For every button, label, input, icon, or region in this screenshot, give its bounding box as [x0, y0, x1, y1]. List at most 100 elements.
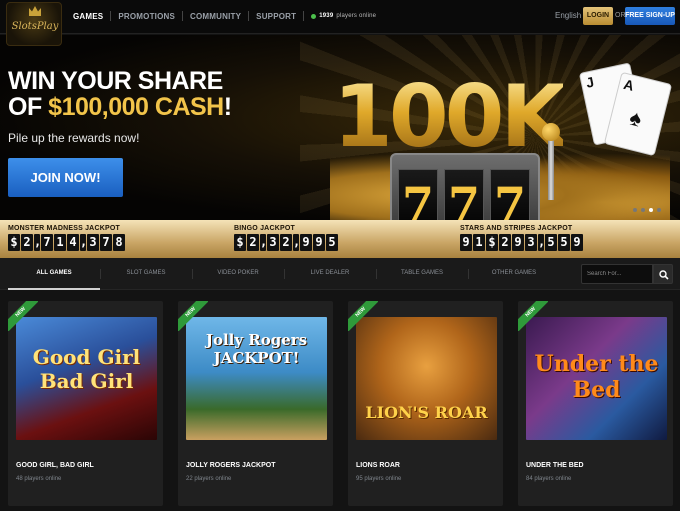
game-card-jolly-rogers-jackpot[interactable]: Jolly Rogers JACKPOT! NEW JOLLY ROGERS J…	[178, 301, 333, 506]
jackpot-digit: ,	[34, 234, 42, 251]
jackpot-digit: 5	[558, 234, 570, 251]
jackpot-label: STARS AND STRIPES JACKPOT	[460, 225, 573, 232]
jackpot-counter: 9 1 $2 9 3, 5 5 9	[460, 234, 583, 251]
nav-support[interactable]: SUPPORT	[256, 12, 296, 21]
new-badge: NEW	[518, 301, 548, 331]
slide-dot-active[interactable]	[649, 208, 653, 212]
new-badge: NEW	[348, 301, 378, 331]
jackpot-digit: 5	[326, 234, 338, 251]
game-art-title: Under the Bed	[534, 351, 659, 403]
game-thumbnail[interactable]: Jolly Rogers JACKPOT!	[186, 317, 327, 440]
jackpot-digit: 2	[499, 234, 511, 251]
jackpot-label: MONSTER MADNESS JACKPOT	[8, 225, 120, 232]
nav-divider	[182, 11, 184, 21]
search-icon	[659, 270, 669, 280]
crown-icon	[29, 6, 41, 16]
tab-slot-games[interactable]: SLOT GAMES	[100, 258, 192, 290]
hero-subtitle: Pile up the rewards now!	[8, 131, 140, 145]
game-card-good-girl-bad-girl[interactable]: Good Girl Bad Girl NEW GOOD GIRL, BAD GI…	[8, 301, 163, 506]
nav-games[interactable]: GAMES	[73, 12, 103, 21]
hero-line2-suffix: !	[223, 93, 232, 121]
slot-machine-art: 7 7 7	[390, 153, 540, 220]
logo-text: SlotsPlay	[11, 21, 59, 32]
tab-table-games[interactable]: TABLE GAMES	[376, 258, 468, 290]
hero-banner[interactable]: 100K J A ♠ 7 7 7 WIN YOUR SHARE OF $100,…	[0, 35, 680, 220]
search-button[interactable]	[653, 264, 673, 284]
jackpot-monster-madness[interactable]: MONSTER MADNESS JACKPOT $2, 7 1 4, 3 7 8	[8, 225, 125, 251]
jackpot-digit: 2	[280, 234, 292, 251]
jackpot-digit: 1	[473, 234, 485, 251]
hero-prize-amount: $100,000 CASH	[48, 93, 224, 121]
jackpot-stars-and-stripes[interactable]: STARS AND STRIPES JACKPOT 9 1 $2 9 3, 5 5 9	[460, 225, 583, 251]
jackpot-digit: 8	[113, 234, 125, 251]
or-text: OR	[615, 12, 626, 19]
game-players-online: 95 players online	[356, 476, 402, 482]
game-title[interactable]: UNDER THE BED	[526, 462, 584, 469]
slot-reel: 7	[444, 169, 484, 220]
game-thumbnail[interactable]: Under the Bed	[526, 317, 667, 440]
online-label: players online	[336, 13, 377, 19]
jackpot-digit: 5	[545, 234, 557, 251]
jackpot-counter: $2, 3 2, 9 9 5	[234, 234, 338, 251]
jackpot-digit: 9	[571, 234, 583, 251]
slider-pagination	[633, 208, 661, 212]
game-art-title: Jolly Rogers JACKPOT!	[205, 331, 308, 367]
jackpot-digit: ,	[293, 234, 301, 251]
game-players-online: 48 players online	[16, 476, 62, 482]
new-badge: NEW	[178, 301, 208, 331]
players-online-indicator: 1939 players online	[311, 13, 376, 19]
language-select[interactable]: English ▾	[555, 11, 586, 20]
nav-divider	[248, 11, 250, 21]
main-nav: GAMES PROMOTIONS COMMUNITY SUPPORT 1939 …	[73, 11, 376, 21]
jackpot-digit: 7	[41, 234, 53, 251]
jackpot-digit: $	[8, 234, 20, 251]
spade-icon: ♠	[627, 104, 645, 132]
jackpot-digit: $	[486, 234, 498, 251]
game-title[interactable]: JOLLY ROGERS JACKPOT	[186, 462, 275, 469]
jackpot-digit: 7	[100, 234, 112, 251]
jackpot-digit: 2	[21, 234, 33, 251]
jackpot-digit: 2	[247, 234, 259, 251]
hero-100k-art: 100K	[333, 67, 567, 167]
join-now-button[interactable]: JOIN NOW!	[8, 158, 123, 197]
game-art-title: LION'S ROAR	[365, 403, 488, 422]
game-category-tabs: ALL GAMES SLOT GAMES VIDEO POKER LIVE DE…	[0, 258, 680, 290]
tab-all-games[interactable]: ALL GAMES	[8, 258, 100, 290]
login-button[interactable]: LOGIN	[583, 7, 613, 25]
jackpot-digit: 3	[525, 234, 537, 251]
game-title[interactable]: LIONS ROAR	[356, 462, 400, 469]
hero-line2-prefix: OF	[8, 93, 49, 121]
jackpot-digit: ,	[538, 234, 546, 251]
slide-dot[interactable]	[657, 208, 661, 212]
nav-community[interactable]: COMMUNITY	[190, 12, 241, 21]
game-thumbnail[interactable]: Good Girl Bad Girl	[16, 317, 157, 440]
site-logo[interactable]: SlotsPlay	[6, 2, 62, 46]
game-card-lions-roar[interactable]: LION'S ROAR NEW LIONS ROAR 95 players on…	[348, 301, 503, 506]
tab-other-games[interactable]: OTHER GAMES	[468, 258, 560, 290]
free-signup-button[interactable]: FREE SIGN-UP	[625, 7, 675, 25]
slide-dot[interactable]	[633, 208, 637, 212]
game-search-input[interactable]	[581, 264, 653, 284]
tab-video-poker[interactable]: VIDEO POKER	[192, 258, 284, 290]
jackpot-digit: 1	[54, 234, 66, 251]
slide-dot[interactable]	[641, 208, 645, 212]
jackpot-bingo[interactable]: BINGO JACKPOT $2, 3 2, 9 9 5	[234, 225, 338, 251]
hero-headline-line1: WIN YOUR SHARE	[8, 67, 223, 95]
jackpot-digit: 9	[313, 234, 325, 251]
game-thumbnail[interactable]: LION'S ROAR	[356, 317, 497, 440]
nav-divider	[303, 11, 305, 21]
games-grid: Good Girl Bad Girl NEW GOOD GIRL, BAD GI…	[0, 291, 680, 511]
nav-promotions[interactable]: PROMOTIONS	[118, 12, 175, 21]
jackpot-digit: 3	[267, 234, 279, 251]
jackpot-digit: 9	[512, 234, 524, 251]
jackpot-digit: 3	[87, 234, 99, 251]
nav-divider	[110, 11, 112, 21]
game-card-under-the-bed[interactable]: Under the Bed NEW UNDER THE BED 84 playe…	[518, 301, 673, 506]
top-header: SlotsPlay GAMES PROMOTIONS COMMUNITY SUP…	[0, 0, 680, 46]
jackpot-digit: ,	[260, 234, 268, 251]
language-label: English	[555, 11, 582, 20]
game-title[interactable]: GOOD GIRL, BAD GIRL	[16, 462, 94, 469]
game-players-online: 84 players online	[526, 476, 572, 482]
card-rank: A	[621, 75, 636, 94]
tab-live-dealer[interactable]: LIVE DEALER	[284, 258, 376, 290]
